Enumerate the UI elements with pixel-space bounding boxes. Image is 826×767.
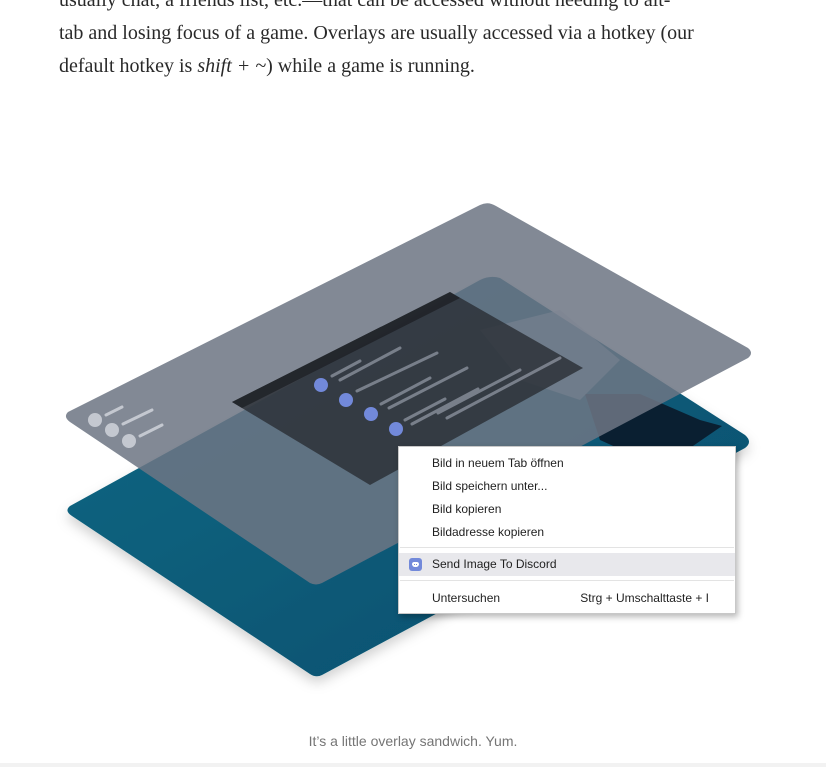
avatar-dot-2 <box>339 393 353 407</box>
sidebar-dot-3 <box>122 434 136 448</box>
figure-caption: It’s a little overlay sandwich. Yum. <box>308 733 518 749</box>
discord-icon <box>409 558 422 571</box>
paragraph-line-2: tab and losing focus of a game. Overlays… <box>59 22 694 44</box>
menu-item-save-image-as[interactable]: Bild speichern unter... <box>399 475 735 498</box>
menu-item-label: Bild in neuem Tab öffnen <box>432 456 564 470</box>
menu-item-label: Bild kopieren <box>432 502 502 516</box>
overlay-sandwich-illustration[interactable] <box>0 180 826 700</box>
menu-separator <box>400 547 734 548</box>
sidebar-dot-2 <box>105 423 119 437</box>
line3-text: default hotkey is <box>59 55 198 77</box>
menu-item-label: Bildadresse kopieren <box>432 525 545 539</box>
section-divider <box>0 763 826 767</box>
menu-item-label: Bild speichern unter... <box>432 479 548 493</box>
article-paragraph: usually chat, a friends list, etc.—that … <box>59 0 789 83</box>
menu-item-label: Send Image To Discord <box>432 557 557 571</box>
avatar-dot-3 <box>364 407 378 421</box>
avatar-dot-4 <box>389 422 403 436</box>
menu-item-copy-image[interactable]: Bild kopieren <box>399 498 735 521</box>
hotkey-text: shift + ~ <box>197 55 267 77</box>
menu-separator <box>400 580 734 581</box>
paragraph-line-3: default hotkey is shift + ~) while a gam… <box>59 50 789 83</box>
menu-item-open-image-new-tab[interactable]: Bild in neuem Tab öffnen <box>399 452 735 475</box>
menu-item-inspect[interactable]: Untersuchen Strg + Umschalttaste + I <box>399 587 735 610</box>
context-menu[interactable]: Bild in neuem Tab öffnen Bild speichern … <box>398 446 736 614</box>
sidebar-dot-1 <box>88 413 102 427</box>
menu-item-copy-image-address[interactable]: Bildadresse kopieren <box>399 521 735 544</box>
avatar-dot-1 <box>314 378 328 392</box>
menu-item-send-image-to-discord[interactable]: Send Image To Discord <box>399 553 735 576</box>
paragraph-line-1: usually chat, a friends list, etc.—that … <box>59 0 671 11</box>
menu-item-label: Untersuchen <box>432 591 501 605</box>
line3-text-end: ) while a game is running. <box>266 55 475 77</box>
illustration-svg <box>65 203 751 677</box>
menu-item-shortcut: Strg + Umschalttaste + I <box>580 591 709 605</box>
